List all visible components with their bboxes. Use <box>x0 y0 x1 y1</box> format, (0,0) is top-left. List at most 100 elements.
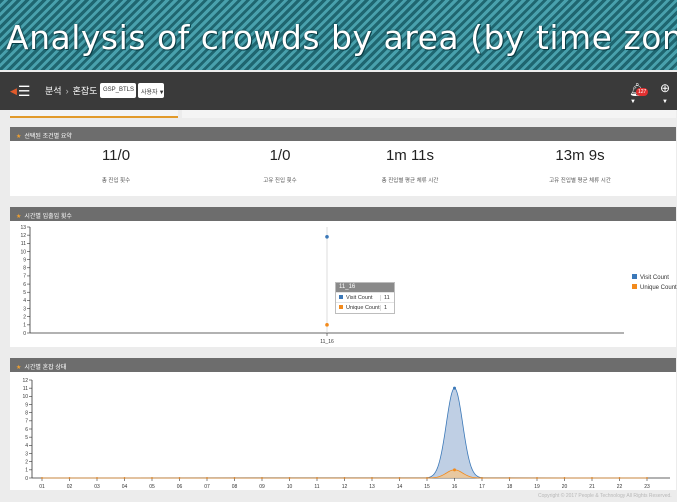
data-point-visit <box>453 386 456 390</box>
star-icon: ★ <box>16 365 22 371</box>
data-point-unique <box>233 477 236 479</box>
data-point-unique <box>261 477 263 479</box>
x-tick-label: 17 <box>479 484 485 490</box>
tooltip-row-unique: Unique Count 1 <box>336 302 394 312</box>
y-tick-label: 3 <box>23 306 26 312</box>
site-select[interactable]: GSP_BTLS▼ <box>100 83 141 98</box>
tooltip-swatch <box>339 305 343 309</box>
breadcrumb-item-congestion[interactable]: 혼잡도 <box>73 86 98 96</box>
copyright-text: Copyright © 2017 People & Technology All… <box>538 493 672 499</box>
star-icon: ★ <box>16 134 22 140</box>
series-line-visit <box>41 387 648 479</box>
metric-value: 1m 11s <box>385 147 435 164</box>
x-tick-label: 02 <box>67 484 73 490</box>
data-point-unique <box>563 477 566 479</box>
data-point-unique <box>288 477 291 479</box>
data-point-unique <box>453 468 456 472</box>
legend-swatch <box>632 284 637 289</box>
x-tick-label: 14 <box>397 484 403 490</box>
metric-label: 총 진입 횟수 <box>101 178 131 184</box>
y-tick-label: 5 <box>25 435 28 441</box>
y-tick-label: 4 <box>23 298 26 304</box>
data-point-unique <box>316 477 318 479</box>
breadcrumb: 분석 › 혼잡도 <box>45 84 97 97</box>
summary-panel: ★ 선택된 조건별 요약 11/0 총 진입 횟수 1/0 고유 진입 횟수 1m… <box>10 127 676 196</box>
summary-panel-header: ★ 선택된 조건별 요약 <box>10 127 676 141</box>
x-tick-label: 18 <box>507 484 513 490</box>
visits-chart-header: ★ 시간별 입출입 횟수 <box>10 207 676 221</box>
data-point-unique <box>646 477 648 479</box>
tooltip-header: 11_16 <box>336 283 394 292</box>
star-icon: ★ <box>16 214 22 220</box>
tooltip-value: 11 <box>380 295 390 301</box>
y-tick-label: 4 <box>25 443 28 449</box>
chevron-down-icon: ▼ <box>158 90 165 96</box>
metric-unique-visits: 1/0 고유 진입 횟수 <box>210 147 350 184</box>
menu-icon[interactable]: ◀☰ <box>10 83 30 100</box>
notifications-button[interactable]: 🔔︎ 127 ▼ <box>627 80 651 106</box>
metric-value: 1/0 <box>269 147 291 164</box>
user-select[interactable]: 사용자▼ <box>138 83 165 98</box>
x-tick-label: 23 <box>644 484 650 490</box>
x-tick-label: 08 <box>232 484 238 490</box>
y-tick-label: 3 <box>25 451 28 457</box>
metric-avg-stay-unique: 13m 9s 고유 진입별 평균 체류 시간 <box>510 147 650 184</box>
x-tick-label: 15 <box>424 484 430 490</box>
data-point-unique <box>371 477 373 479</box>
x-tick-label: 07 <box>204 484 210 490</box>
y-tick-label: 0 <box>25 476 28 482</box>
y-tick-label: 11 <box>21 241 26 247</box>
crowd-chart-title: 시간별 혼잡 상태 <box>24 365 67 371</box>
metric-label: 총 진입별 평균 체류 시간 <box>381 178 439 184</box>
filter-tab-active[interactable] <box>10 110 178 118</box>
y-tick-label: 7 <box>25 419 28 425</box>
language-button[interactable]: ⊕ ▼ <box>659 80 675 106</box>
x-tick-label: 12 <box>342 484 348 490</box>
x-tick-label: 01 <box>39 484 45 490</box>
data-point-unique <box>68 477 71 479</box>
y-tick-label: 7 <box>23 274 26 280</box>
y-tick-label: 10 <box>20 249 26 255</box>
chart-tooltip: 11_16 Visit Count 11 Unique Count 1 <box>335 282 395 314</box>
data-point-unique <box>123 477 126 479</box>
x-tick-label: 04 <box>122 484 128 490</box>
x-tick-label: 11 <box>314 484 319 490</box>
area-fill-visit <box>427 388 482 478</box>
data-point-unique <box>591 477 593 479</box>
data-point-unique <box>426 477 428 479</box>
x-tick-label: 22 <box>617 484 623 490</box>
x-tick-label: 13 <box>369 484 375 490</box>
page-banner: Analysis of crowds by area (by time zone… <box>0 0 677 70</box>
x-tick-label: 11_16 <box>320 339 334 345</box>
page-title: Analysis of crowds by area (by time zone… <box>6 18 677 57</box>
metric-label: 고유 진입별 평균 체류 시간 <box>549 178 611 184</box>
data-point-unique <box>343 477 346 479</box>
legend-item-unique[interactable]: Unique Count <box>632 284 677 294</box>
legend-item-visit[interactable]: Visit Count <box>632 274 677 284</box>
y-tick-label: 6 <box>25 427 28 433</box>
data-point-unique <box>206 477 208 479</box>
y-tick-label: 1 <box>25 468 28 474</box>
metric-value: 11/0 <box>101 147 131 164</box>
data-point-unique <box>481 477 483 479</box>
y-tick-label: 11 <box>23 386 28 392</box>
y-tick-label: 9 <box>23 257 26 263</box>
chevron-down-icon: ▼ <box>630 99 636 105</box>
y-tick-label: 9 <box>25 402 28 408</box>
x-tick-label: 10 <box>287 484 293 490</box>
legend-swatch <box>632 274 637 279</box>
x-tick-label: 05 <box>149 484 155 490</box>
y-tick-label: 0 <box>23 331 26 337</box>
legend-label: Unique Count <box>640 285 677 291</box>
legend-label: Visit Count <box>640 275 669 281</box>
globe-icon: ⊕ <box>660 81 671 95</box>
y-tick-label: 13 <box>20 225 26 231</box>
breadcrumb-item-analysis[interactable]: 분석 <box>45 86 62 96</box>
notification-badge: 127 <box>636 88 649 96</box>
data-point-unique <box>151 477 153 479</box>
x-tick-label: 03 <box>94 484 100 490</box>
chart-legend: Visit Count Unique Count <box>632 274 677 294</box>
tooltip-row-visit: Visit Count 11 <box>336 292 394 302</box>
top-navbar: ◀☰ 분석›혼잡도 GSP_BTLS▼ 사용자▼ 🔔︎ 127 ▼ ⊕ ▼ <box>0 72 677 110</box>
crowd-chart[interactable]: 012345678910111201 02 03 04 05 06 07 08 09 10 11 12… <box>10 372 676 490</box>
